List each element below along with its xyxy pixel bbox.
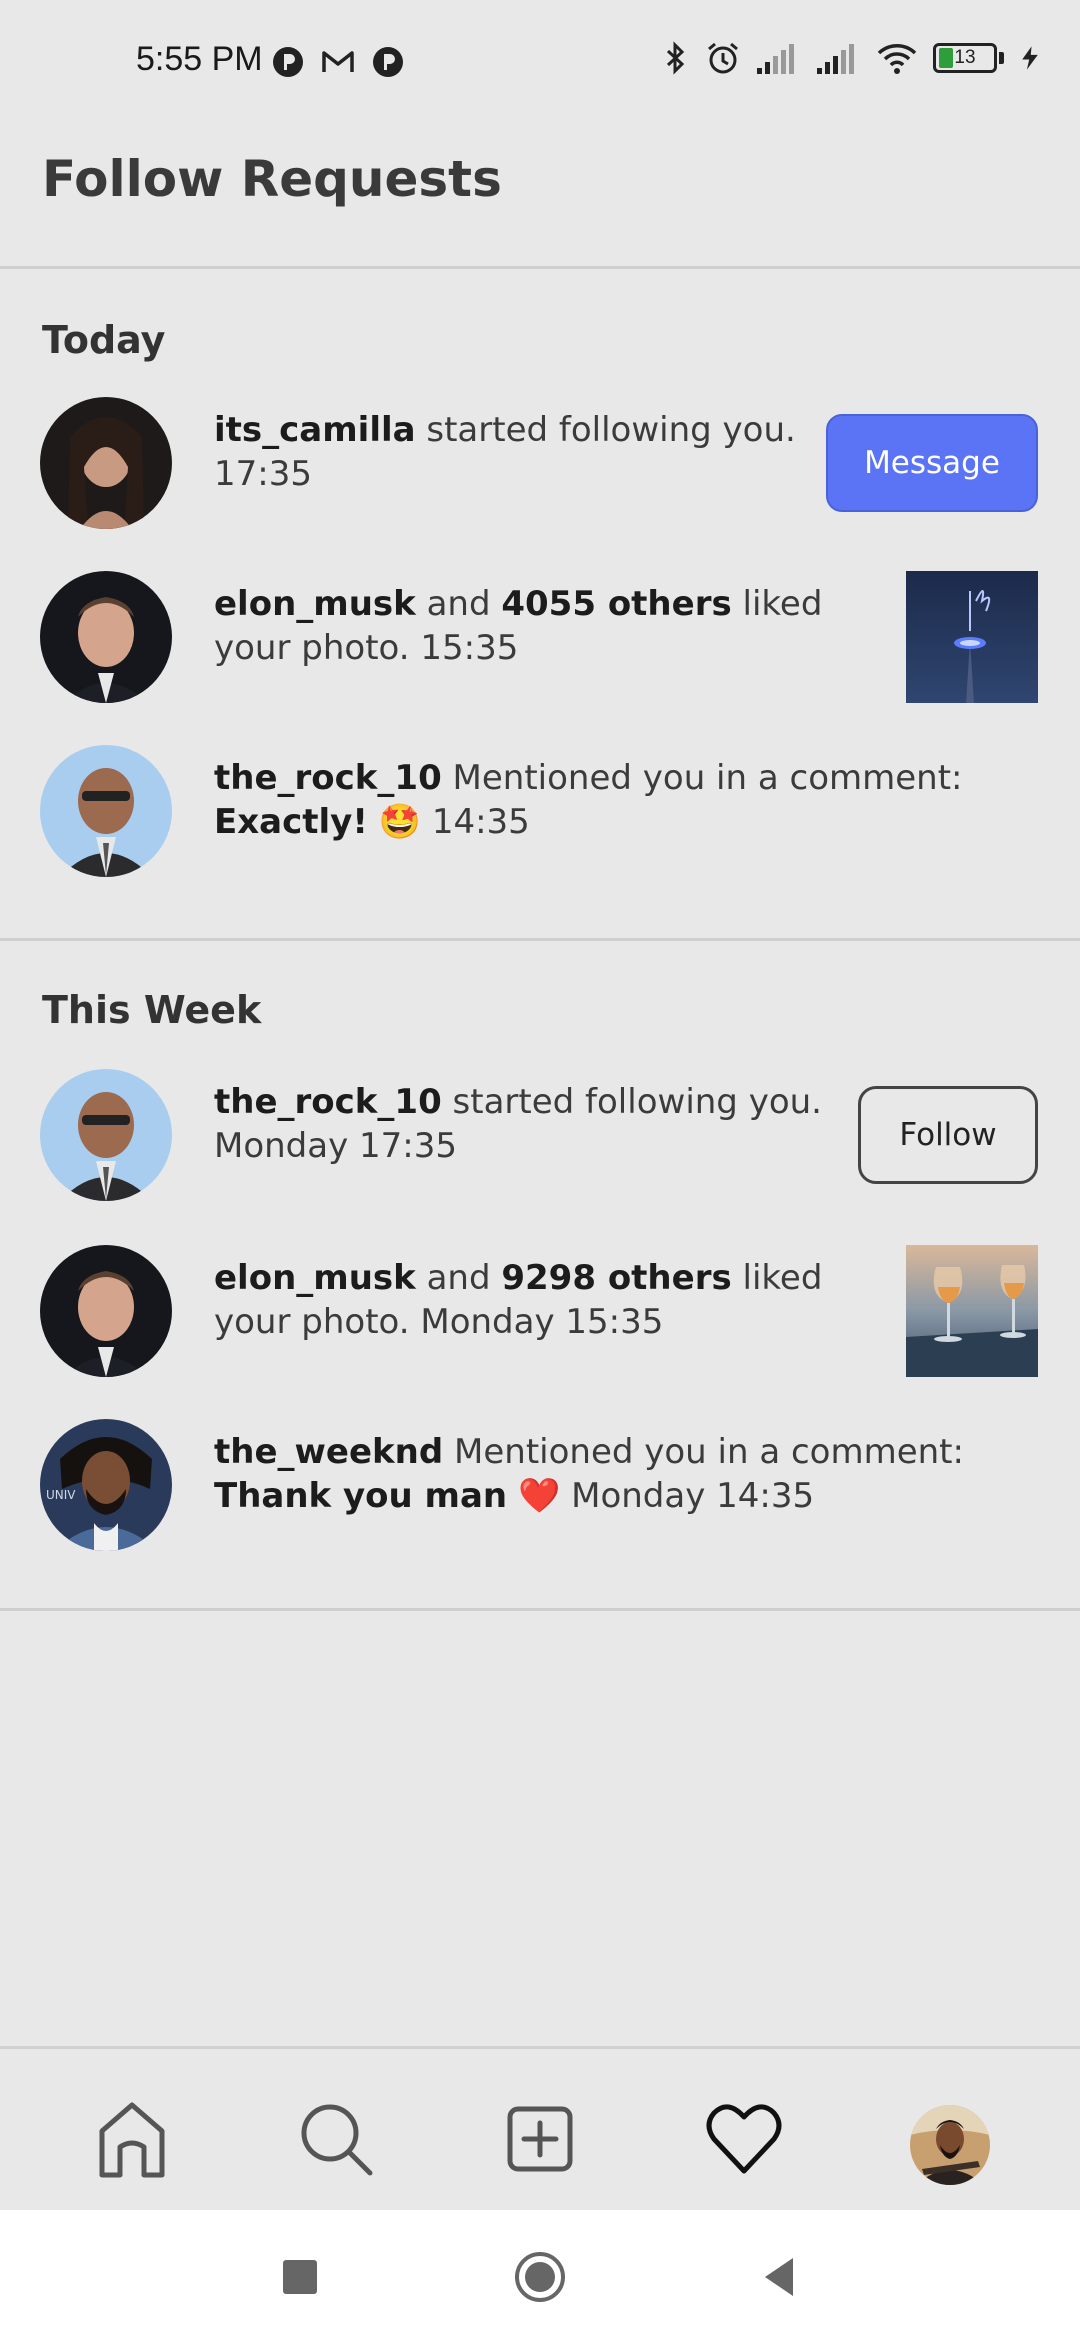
- notification-time: 15:35: [420, 628, 519, 668]
- signal-icon: [817, 44, 854, 74]
- notification-text: elon_musk and 4055 others liked your pho…: [214, 582, 834, 670]
- comment-text: Exactly!: [214, 802, 368, 842]
- battery-icon: 13: [933, 43, 997, 73]
- home-icon[interactable]: [92, 2099, 172, 2179]
- status-bar: 5:55 PM 13: [0, 0, 1080, 126]
- header-divider: [0, 266, 1080, 269]
- notification-row[interactable]: the_rock_10 started following you. Monda…: [0, 1064, 1080, 1204]
- notification-time: Monday 14:35: [571, 1476, 815, 1516]
- battery-level: 13: [954, 47, 976, 68]
- system-nav-bar: [0, 2210, 1080, 2340]
- section-divider: [0, 938, 1080, 941]
- post-thumbnail[interactable]: [906, 571, 1038, 703]
- recents-icon[interactable]: [273, 2250, 327, 2304]
- notification-connector: and: [415, 1258, 502, 1298]
- heart-icon[interactable]: [704, 2099, 784, 2179]
- bottom-nav: [0, 2046, 1080, 2210]
- signal-icon: [757, 44, 794, 74]
- section-title-this-week: This Week: [42, 988, 262, 1032]
- section-divider: [0, 1608, 1080, 1611]
- notification-row[interactable]: elon_musk and 4055 others liked your pho…: [0, 566, 1080, 706]
- username[interactable]: elon_musk: [214, 1258, 416, 1298]
- notification-text: the_rock_10 Mentioned you in a comment: …: [214, 756, 1014, 844]
- username[interactable]: the_rock_10: [214, 758, 442, 798]
- gmail-icon: [322, 51, 354, 72]
- like-count: 4055 others: [501, 584, 732, 624]
- circle-p-icon: [273, 47, 303, 77]
- avatar[interactable]: UNIV: [40, 1419, 172, 1551]
- notification-connector: and: [415, 584, 502, 624]
- circle-p-icon: [373, 47, 403, 77]
- avatar[interactable]: [40, 571, 172, 703]
- notification-message: Mentioned you in a comment:: [441, 758, 963, 798]
- like-count: 9298 others: [501, 1258, 732, 1298]
- svg-text:UNIV: UNIV: [46, 1488, 76, 1502]
- notification-time: Monday 15:35: [420, 1302, 664, 1342]
- home-circle-icon[interactable]: [513, 2250, 567, 2304]
- username[interactable]: its_camilla: [214, 410, 416, 450]
- notification-text: the_rock_10 started following you. Monda…: [214, 1080, 834, 1168]
- page-title: Follow Requests: [42, 150, 502, 208]
- avatar[interactable]: [40, 397, 172, 529]
- comment-text: Thank you man: [214, 1476, 508, 1516]
- avatar[interactable]: [40, 1069, 172, 1201]
- notification-row[interactable]: elon_musk and 9298 others liked your pho…: [0, 1240, 1080, 1380]
- avatar[interactable]: [40, 1245, 172, 1377]
- status-time: 5:55 PM: [136, 40, 263, 78]
- bluetooth-icon: [666, 41, 685, 75]
- follow-button[interactable]: Follow: [858, 1086, 1038, 1184]
- notification-time: Monday 17:35: [214, 1126, 458, 1166]
- back-icon[interactable]: [753, 2250, 807, 2304]
- notification-message: Mentioned you in a comment:: [443, 1432, 964, 1472]
- message-button[interactable]: Message: [826, 414, 1038, 512]
- post-thumbnail[interactable]: [906, 1245, 1038, 1377]
- username[interactable]: elon_musk: [214, 584, 416, 624]
- notification-message: started following you.: [441, 1082, 822, 1122]
- search-icon[interactable]: [296, 2099, 376, 2179]
- notification-time: 17:35: [214, 454, 312, 494]
- alarm-icon: [708, 42, 738, 74]
- charging-icon: [1022, 46, 1038, 70]
- notification-message: started following you.: [415, 410, 796, 450]
- profile-avatar[interactable]: [910, 2105, 990, 2185]
- username[interactable]: the_rock_10: [214, 1082, 442, 1122]
- wifi-icon: [877, 44, 917, 74]
- comment-emoji: 🤩: [378, 802, 421, 842]
- notification-row[interactable]: the_rock_10 Mentioned you in a comment: …: [0, 740, 1080, 880]
- avatar[interactable]: [40, 745, 172, 877]
- notification-time: 14:35: [431, 802, 530, 842]
- notification-row[interactable]: its_camilla started following you. 17:35…: [0, 392, 1080, 532]
- add-post-icon[interactable]: [500, 2099, 580, 2179]
- username[interactable]: the_weeknd: [214, 1432, 443, 1472]
- notification-text: elon_musk and 9298 others liked your pho…: [214, 1256, 834, 1344]
- section-title-today: Today: [42, 318, 166, 362]
- notification-text: the_weeknd Mentioned you in a comment: T…: [214, 1430, 1014, 1518]
- notification-row[interactable]: UNIV the_weeknd Mentioned you in a comme…: [0, 1414, 1080, 1554]
- notification-text: its_camilla started following you. 17:35: [214, 408, 834, 496]
- comment-emoji: ❤️: [517, 1476, 561, 1516]
